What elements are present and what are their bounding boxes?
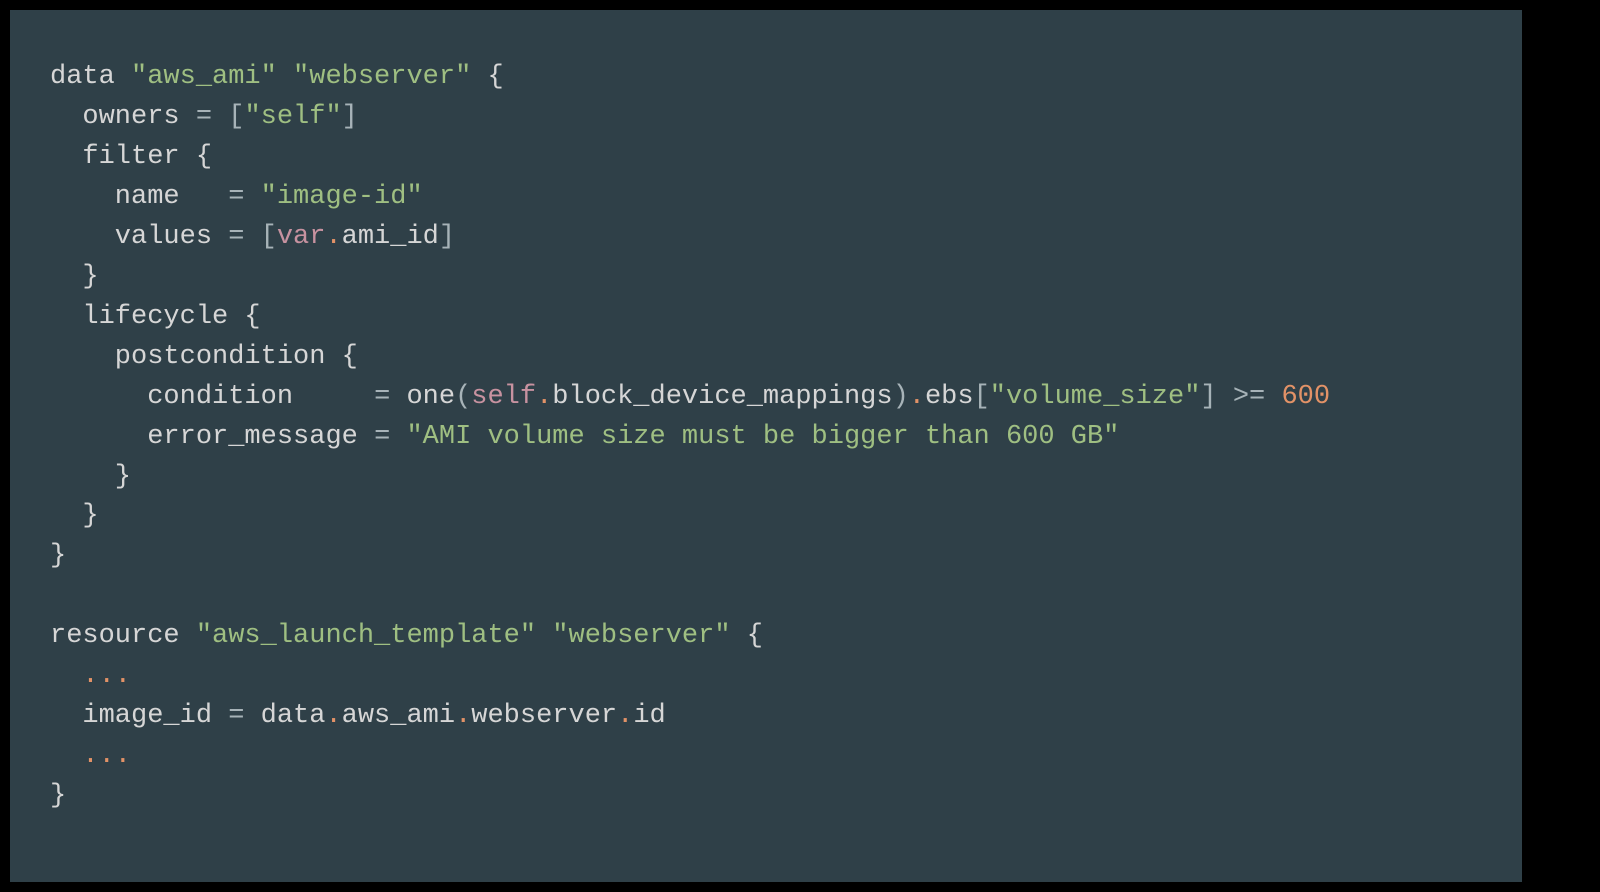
code-token: block_device_mappings	[552, 382, 892, 412]
code-line: data "aws_ami" "webserver" {	[50, 58, 1492, 98]
code-token: }	[50, 262, 99, 292]
code-line: }	[50, 497, 1492, 537]
code-token: name	[50, 182, 228, 212]
code-token: =	[196, 102, 212, 132]
code-token: .	[909, 382, 925, 412]
code-token: "webserver"	[552, 621, 730, 651]
code-line: lifecycle {	[50, 298, 1492, 338]
code-token: }	[50, 462, 131, 492]
code-token	[244, 182, 260, 212]
code-token: condition	[50, 382, 374, 412]
code-line: ...	[50, 657, 1492, 697]
code-token: =	[374, 422, 390, 452]
code-line: error_message = "AMI volume size must be…	[50, 418, 1492, 458]
code-token: data	[244, 701, 325, 731]
code-token: (	[455, 382, 471, 412]
code-line: }	[50, 537, 1492, 577]
code-token: "webserver"	[293, 62, 471, 92]
code-line: filter {	[50, 138, 1492, 178]
code-token: resource	[50, 621, 196, 651]
code-token	[1217, 382, 1233, 412]
code-token: ]	[439, 222, 455, 252]
code-line: postcondition {	[50, 338, 1492, 378]
code-token: var	[277, 222, 326, 252]
code-line: name = "image-id"	[50, 178, 1492, 218]
code-token: "aws_launch_template"	[196, 621, 536, 651]
code-token: "image-id"	[261, 182, 423, 212]
code-token: =	[228, 182, 244, 212]
code-token: "volume_size"	[990, 382, 1201, 412]
code-token: =	[228, 222, 244, 252]
code-token: "AMI volume size must be bigger than 600…	[406, 422, 1119, 452]
code-line: values = [var.ami_id]	[50, 218, 1492, 258]
code-token: owners	[50, 102, 196, 132]
code-token: ami_id	[342, 222, 439, 252]
code-token: )	[893, 382, 909, 412]
code-token: .	[617, 701, 633, 731]
code-token: 600	[1281, 382, 1330, 412]
code-token: ]	[1200, 382, 1216, 412]
code-token: =	[374, 382, 390, 412]
code-token: [	[261, 222, 277, 252]
code-token: >=	[1233, 382, 1265, 412]
code-line: image_id = data.aws_ami.webserver.id	[50, 697, 1492, 737]
code-token: error_message	[50, 422, 374, 452]
code-token: [	[228, 102, 244, 132]
code-line: condition = one(self.block_device_mappin…	[50, 378, 1492, 418]
code-token: image_id	[50, 701, 228, 731]
code-token	[212, 102, 228, 132]
code-token: webserver	[471, 701, 617, 731]
code-token: ...	[82, 661, 131, 691]
code-token: ebs	[925, 382, 974, 412]
code-token: one	[390, 382, 455, 412]
code-token: ]	[342, 102, 358, 132]
code-line: ...	[50, 737, 1492, 777]
code-token: }	[50, 781, 66, 811]
code-token	[390, 422, 406, 452]
code-token: {	[471, 62, 503, 92]
code-token: values	[50, 222, 228, 252]
code-token: =	[228, 701, 244, 731]
code-token	[277, 62, 293, 92]
code-token: filter {	[50, 142, 212, 172]
code-token	[1265, 382, 1281, 412]
code-token: data	[50, 62, 131, 92]
code-token: .	[455, 701, 471, 731]
code-token: .	[325, 222, 341, 252]
code-token	[244, 222, 260, 252]
code-token: self	[471, 382, 536, 412]
code-frame: data "aws_ami" "webserver" { owners = ["…	[0, 0, 1600, 892]
code-block: data "aws_ami" "webserver" { owners = ["…	[10, 10, 1522, 882]
code-line: owners = ["self"]	[50, 98, 1492, 138]
code-token: postcondition {	[50, 342, 358, 372]
code-line: resource "aws_launch_template" "webserve…	[50, 617, 1492, 657]
code-token: aws_ami	[342, 701, 455, 731]
code-line: }	[50, 777, 1492, 817]
code-line: }	[50, 258, 1492, 298]
code-token: {	[731, 621, 763, 651]
code-token: lifecycle {	[50, 302, 261, 332]
code-token	[50, 661, 82, 691]
code-token: .	[325, 701, 341, 731]
code-token: .	[536, 382, 552, 412]
code-token: id	[633, 701, 665, 731]
code-token: "aws_ami"	[131, 62, 277, 92]
code-line	[50, 577, 1492, 617]
code-token: [	[974, 382, 990, 412]
code-token: ...	[82, 741, 131, 771]
code-token	[536, 621, 552, 651]
code-line: }	[50, 458, 1492, 498]
code-token: }	[50, 541, 66, 571]
code-token	[50, 741, 82, 771]
code-token: }	[50, 501, 99, 531]
code-token: "self"	[244, 102, 341, 132]
